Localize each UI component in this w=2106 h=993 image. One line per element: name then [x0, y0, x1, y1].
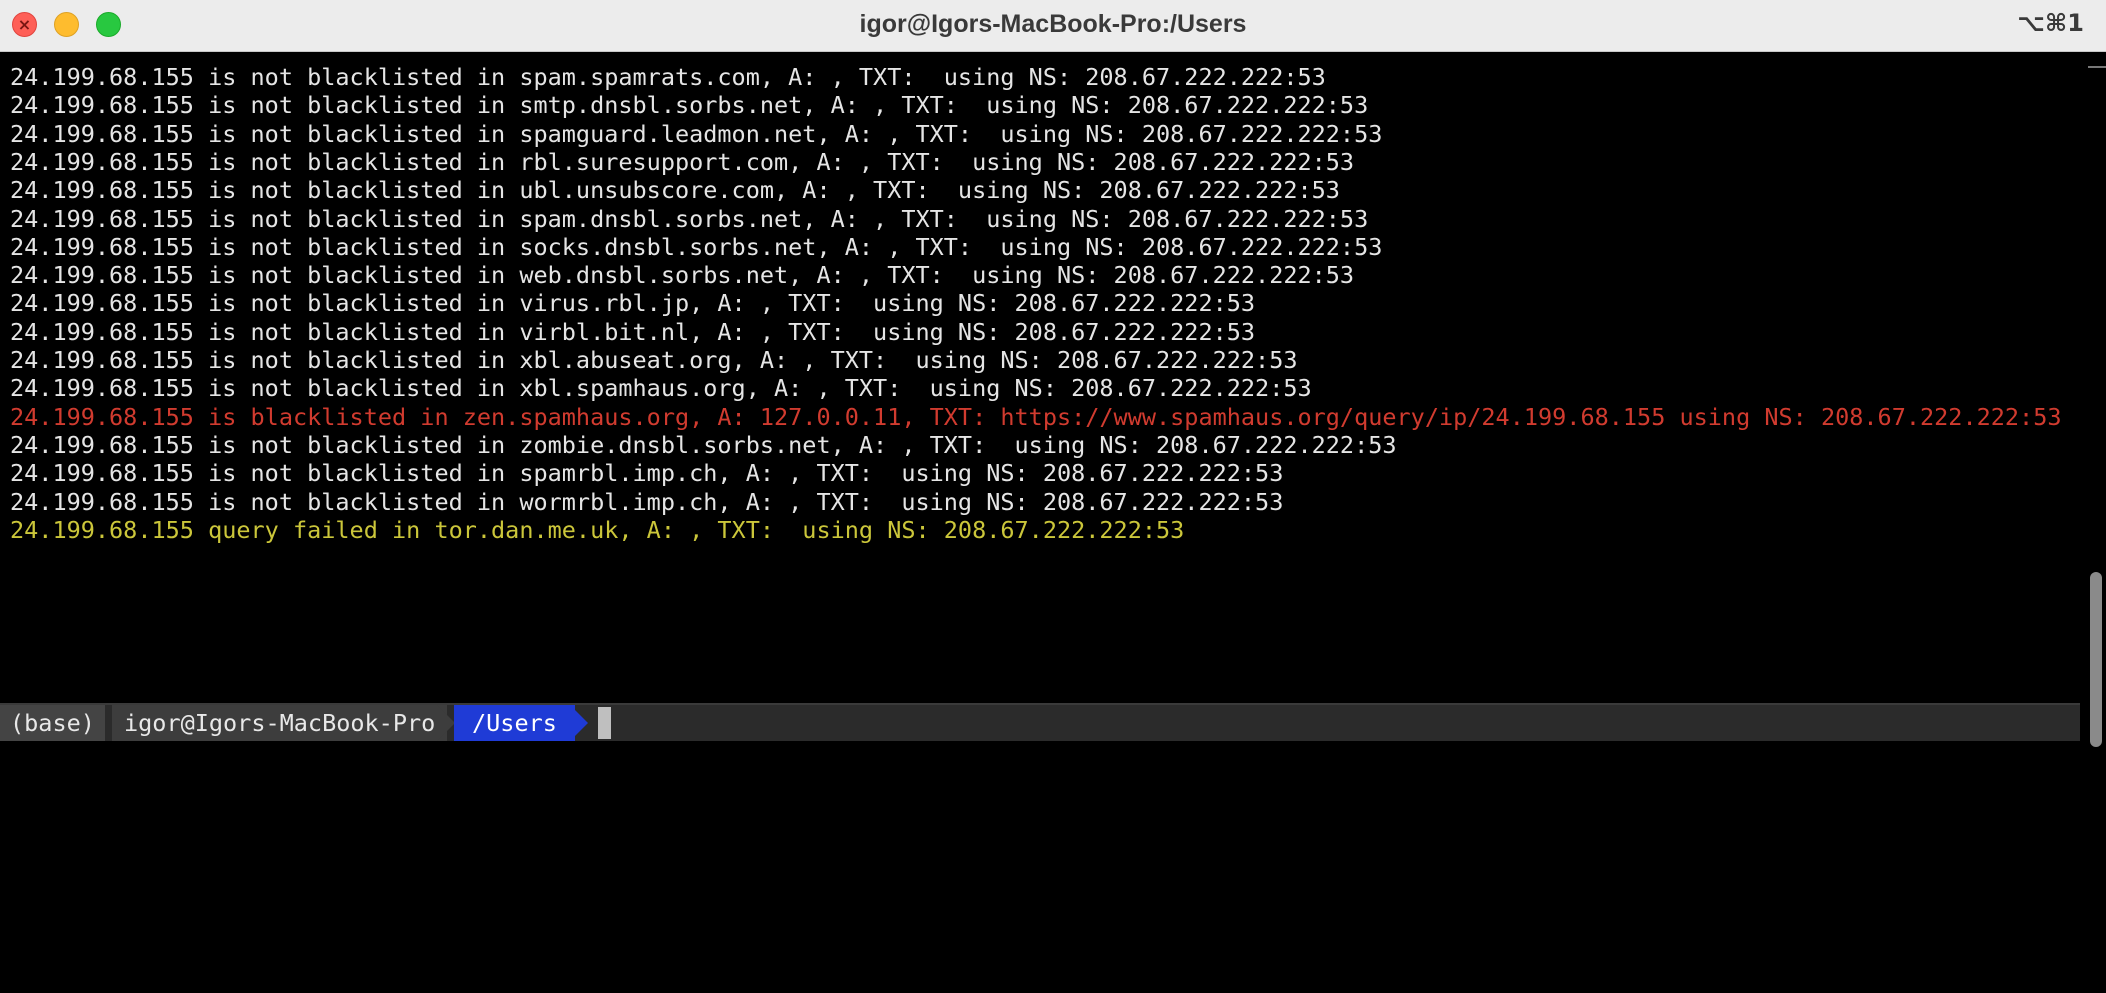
prompt-separator-arrow-icon — [437, 705, 455, 741]
window-shortcut-label: ⌥⌘1 — [2017, 9, 2084, 37]
scrollbar-track-mark — [2088, 66, 2106, 68]
terminal-window: × igor@Igors-MacBook-Pro:/Users ⌥⌘1 24.1… — [0, 0, 2106, 747]
scrollbar[interactable] — [2082, 52, 2106, 747]
prompt-user-host: igor@Igors-MacBook-Pro — [112, 705, 448, 741]
prompt-current-directory: /Users — [454, 705, 575, 741]
scrollbar-thumb[interactable] — [2090, 572, 2102, 747]
text-cursor — [598, 707, 611, 739]
shell-prompt[interactable]: (base) igor@Igors-MacBook-Pro /Users — [0, 703, 2080, 741]
prompt-conda-env: (base) — [0, 705, 105, 741]
terminal-output[interactable]: 24.199.68.155 is not blacklisted in spam… — [0, 58, 2080, 698]
prompt-end-arrow-icon — [570, 705, 588, 741]
window-title: igor@Igors-MacBook-Pro:/Users — [859, 10, 1247, 38]
terminal-line: 24.199.68.155 query failed in tor.dan.me… — [10, 515, 1185, 544]
title-bar[interactable]: × igor@Igors-MacBook-Pro:/Users ⌥⌘1 — [0, 0, 2106, 52]
